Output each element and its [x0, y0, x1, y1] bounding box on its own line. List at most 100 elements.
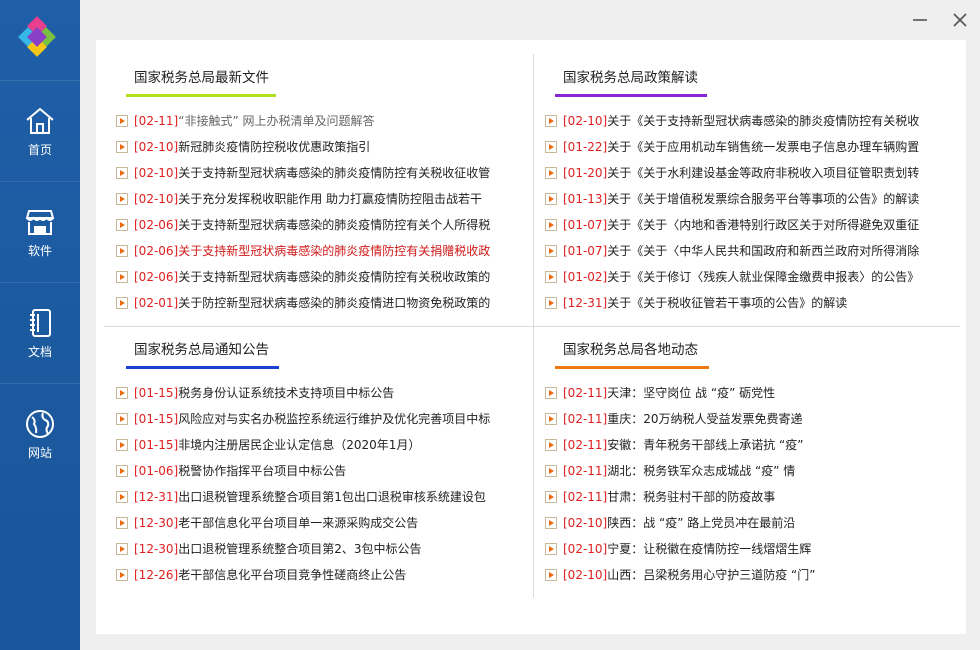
list-item[interactable]: [01-07]关于《关于〈内地和香港特别行政区关于对所得避免双重征 [543, 212, 923, 238]
list-item[interactable]: [02-06]关于支持新型冠状病毒感染的肺炎疫情防控有关个人所得税 [114, 212, 494, 238]
item-title: 山西：吕梁税务用心守护三道防疫 “门” [607, 568, 816, 582]
arrow-bullet-icon [116, 387, 128, 399]
arrow-bullet-icon [116, 517, 128, 529]
arrow-bullet-icon [116, 491, 128, 503]
list-item[interactable]: [02-06]关于支持新型冠状病毒感染的肺炎疫情防控有关税收政策的 [114, 264, 494, 290]
item-title: 安徽：青年税务干部线上承诺抗 “疫” [607, 438, 804, 452]
arrow-bullet-icon [545, 465, 557, 477]
item-title: 关于支持新型冠状病毒感染的肺炎疫情防控有关税收政策的 [178, 270, 491, 284]
list-item[interactable]: [01-20]关于《关于水利建设基金等政府非税收入项目征管职责划转 [543, 160, 923, 186]
list-item[interactable]: [01-07]关于《关于〈中华人民共和国政府和新西兰政府对所得消除 [543, 238, 923, 264]
item-title: 老干部信息化平台项目单一来源采购成交公告 [178, 516, 419, 530]
sidebar-item-software[interactable]: 软件 [0, 182, 80, 283]
arrow-bullet-icon [545, 491, 557, 503]
horizontal-divider [104, 326, 960, 327]
list-item[interactable]: [02-10]山西：吕梁税务用心守护三道防疫 “门” [543, 562, 923, 588]
item-title: 关于《关于修订〈残疾人就业保障金缴费申报表〉的公告》 [607, 270, 920, 284]
item-title: 关于《关于〈内地和香港特别行政区关于对所得避免双重征 [607, 218, 920, 232]
item-date: [12-31] [134, 490, 179, 504]
list-item[interactable]: [02-10]新冠肺炎疫情防控税收优惠政策指引 [114, 134, 494, 160]
arrow-bullet-icon [116, 193, 128, 205]
arrow-bullet-icon [116, 219, 128, 231]
list-item[interactable]: [01-02]关于《关于修订〈残疾人就业保障金缴费申报表〉的公告》 [543, 264, 923, 290]
list-item[interactable]: [02-10]陕西：战 “疫” 路上党员冲在最前沿 [543, 510, 923, 536]
list-item[interactable]: [01-22]关于《关于应用机动车销售统一发票电子信息办理车辆购置 [543, 134, 923, 160]
article-list: [02-11]“非接触式” 网上办税清单及问题解答 [02-10]新冠肺炎疫情防控… [114, 108, 494, 316]
section-title: 国家税务总局最新文件 [134, 70, 269, 86]
arrow-bullet-icon [116, 167, 128, 179]
list-item[interactable]: [02-01]关于防控新型冠状病毒感染的肺炎疫情进口物资免税政策的 [114, 290, 494, 316]
list-item[interactable]: [01-06]税警协作指挥平台项目中标公告 [114, 458, 494, 484]
list-item[interactable]: [02-10]宁夏：让税徽在疫情防控一线熠熠生辉 [543, 536, 923, 562]
list-item[interactable]: [02-10]关于充分发挥税收职能作用 助力打赢疫情防控阻击战若干 [114, 186, 494, 212]
list-item[interactable]: [02-11]湖北：税务铁军众志成城战 “疫” 情 [543, 458, 923, 484]
list-item[interactable]: [12-31]关于《关于税收征管若干事项的公告》的解读 [543, 290, 923, 316]
arrow-bullet-icon [545, 167, 557, 179]
arrow-bullet-icon [116, 115, 128, 127]
section-title: 国家税务总局政策解读 [563, 70, 698, 86]
list-item[interactable]: [01-15]非境内注册居民企业认定信息（2020年1月） [114, 432, 494, 458]
item-date: [01-02] [563, 270, 608, 284]
list-item[interactable]: [02-10]关于支持新型冠状病毒感染的肺炎疫情防控有关税收征收管 [114, 160, 494, 186]
item-title: 天津：坚守岗位 战 “疫” 砺党性 [607, 386, 776, 400]
notebook-icon [30, 309, 51, 337]
item-date: [02-11] [134, 114, 179, 128]
sidebar-item-home[interactable]: 首页 [0, 81, 80, 182]
logo-icon [18, 16, 56, 57]
item-date: [12-26] [134, 568, 179, 582]
item-title: “非接触式” 网上办税清单及问题解答 [178, 114, 375, 128]
item-date: [01-15] [134, 412, 179, 426]
list-item[interactable]: [12-30]出口退税管理系统整合项目第2、3包中标公告 [114, 536, 494, 562]
list-item[interactable]: [01-15]风险应对与实名办税监控系统运行维护及优化完善项目中标 [114, 406, 494, 432]
list-item[interactable]: [12-26]老干部信息化平台项目竞争性磋商终止公告 [114, 562, 494, 588]
list-item[interactable]: [02-11]重庆：20万纳税人受益发票免费寄递 [543, 406, 923, 432]
item-date: [02-11] [563, 438, 608, 452]
item-title: 关于《关于支持新型冠状病毒感染的肺炎疫情防控有关税收 [607, 114, 920, 128]
arrow-bullet-icon [545, 517, 557, 529]
list-item[interactable]: [01-13]关于《关于增值税发票综合服务平台等事项的公告》的解读 [543, 186, 923, 212]
item-date: [01-06] [134, 464, 179, 478]
list-item[interactable]: [02-11]“非接触式” 网上办税清单及问题解答 [114, 108, 494, 134]
item-date: [02-11] [563, 412, 608, 426]
sidebar-item-docs[interactable]: 文档 [0, 283, 80, 384]
item-title: 宁夏：让税徽在疫情防控一线熠熠生辉 [607, 542, 812, 556]
minimize-icon [913, 19, 927, 21]
arrow-bullet-icon [545, 245, 557, 257]
list-item[interactable]: [02-06]关于支持新型冠状病毒感染的肺炎疫情防控有关捐赠税收政 [114, 238, 494, 264]
list-item[interactable]: [12-31]出口退税管理系统整合项目第1包出口退税审核系统建设包 [114, 484, 494, 510]
sidebar-item-website[interactable]: 网站 [0, 384, 80, 484]
item-title: 湖北：税务铁军众志成城战 “疫” 情 [607, 464, 796, 478]
arrow-bullet-icon [545, 569, 557, 581]
list-item[interactable]: [02-11]天津：坚守岗位 战 “疫” 砺党性 [543, 380, 923, 406]
section-underline [555, 366, 709, 369]
item-title: 关于《关于增值税发票综合服务平台等事项的公告》的解读 [607, 192, 920, 206]
section-underline [126, 366, 279, 369]
close-button[interactable] [950, 10, 970, 30]
item-date: [12-30] [134, 542, 179, 556]
list-item[interactable]: [02-10]关于《关于支持新型冠状病毒感染的肺炎疫情防控有关税收 [543, 108, 923, 134]
item-title: 关于防控新型冠状病毒感染的肺炎疫情进口物资免税政策的 [178, 296, 491, 310]
sidebar-item-label: 首页 [27, 143, 52, 157]
item-date: [02-10] [563, 114, 608, 128]
item-title: 重庆：20万纳税人受益发票免费寄递 [607, 412, 803, 426]
item-title: 关于充分发挥税收职能作用 助力打赢疫情防控阻击战若干 [178, 192, 483, 206]
list-item[interactable]: [12-30]老干部信息化平台项目单一来源采购成交公告 [114, 510, 494, 536]
list-item[interactable]: [02-11]安徽：青年税务干部线上承诺抗 “疫” [543, 432, 923, 458]
sidebar-item-label: 网站 [27, 446, 52, 460]
home-icon [26, 107, 54, 134]
arrow-bullet-icon [545, 219, 557, 231]
article-list: [01-15]税务身份认证系统技术支持项目中标公告 [01-15]风险应对与实名办… [114, 380, 494, 588]
item-date: [01-22] [563, 140, 608, 154]
item-date: [02-11] [563, 464, 608, 478]
arrow-bullet-icon [116, 297, 128, 309]
arrow-bullet-icon [116, 245, 128, 257]
item-title: 风险应对与实名办税监控系统运行维护及优化完善项目中标 [178, 412, 491, 426]
article-list: [02-10]关于《关于支持新型冠状病毒感染的肺炎疫情防控有关税收 [01-22]… [543, 108, 923, 316]
list-item[interactable]: [02-11]甘肃：税务驻村干部的防疫故事 [543, 484, 923, 510]
minimize-button[interactable] [910, 10, 930, 30]
item-title: 甘肃：税务驻村干部的防疫故事 [607, 490, 776, 504]
list-item[interactable]: [01-15]税务身份认证系统技术支持项目中标公告 [114, 380, 494, 406]
arrow-bullet-icon [545, 387, 557, 399]
item-date: [02-10] [563, 542, 608, 556]
item-date: [01-20] [563, 166, 608, 180]
